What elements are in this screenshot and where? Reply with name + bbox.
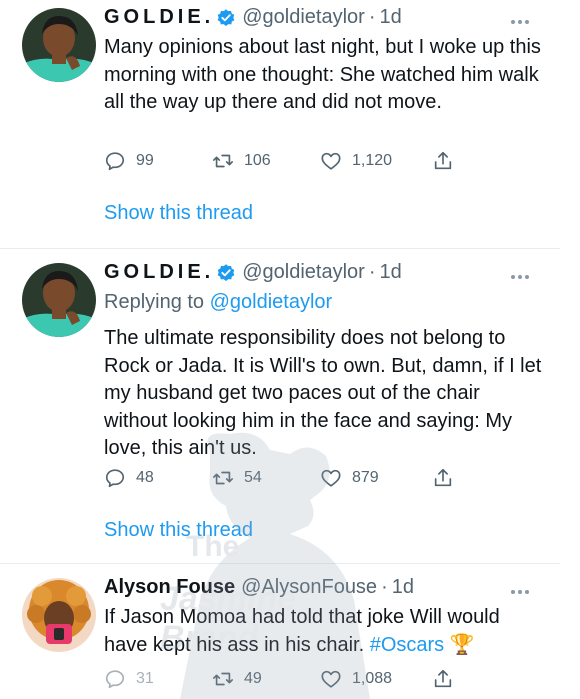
tweet-2[interactable]: GOLDIE. @goldietaylor · 1d Replying to @… [0,249,580,563]
trophy-icon: 🏆 [449,633,475,656]
more-options-icon[interactable] [508,14,532,24]
like-count: 1,088 [352,670,393,687]
tweet-1[interactable]: GOLDIE. @goldietaylor · 1d Many opinions… [0,0,580,248]
tweet-feed: GOLDIE. @goldietaylor · 1d Many opinions… [0,0,580,699]
tweet-3[interactable]: Alyson Fouse @AlysonFouse · 1d If Jason … [0,564,580,699]
display-name[interactable]: GOLDIE. [104,6,214,29]
tweet-header: GOLDIE. @goldietaylor · 1d [104,261,402,284]
display-name[interactable]: Alyson Fouse [104,576,235,599]
reply-button[interactable]: 99 [104,150,154,172]
like-count: 1,120 [352,152,393,169]
reply-icon [105,152,125,171]
timestamp[interactable]: 1d [392,576,414,599]
replying-to: Replying to @goldietaylor [104,291,332,314]
reply-icon [105,670,125,689]
show-thread-link[interactable]: Show this thread [104,519,253,542]
reply-button[interactable]: 48 [104,467,154,489]
tweet-actions: 99 106 1,120 [104,150,464,176]
share-icon [434,151,452,170]
like-count: 879 [352,469,379,486]
tweet-text: Many opinions about last night, but I wo… [104,36,541,113]
like-button[interactable]: 1,088 [320,668,392,690]
retweet-button[interactable]: 49 [212,668,262,690]
like-button[interactable]: 1,120 [320,150,392,172]
handle[interactable]: @goldietaylor [242,261,365,284]
dot-separator: · [368,261,376,283]
retweet-icon [213,471,233,485]
handle[interactable]: @goldietaylor [242,6,365,29]
tweet-text: The ultimate responsibility does not bel… [104,327,542,459]
replying-to-label: Replying to [104,291,205,313]
tweet-actions: 48 54 879 [104,467,464,493]
retweet-icon [213,154,233,168]
handle[interactable]: @AlysonFouse [241,576,377,599]
verified-badge-icon [216,263,236,283]
like-button[interactable]: 879 [320,467,379,489]
verified-badge-icon [216,8,236,28]
more-options-icon[interactable] [508,269,532,279]
retweet-button[interactable]: 54 [212,467,262,489]
hashtag-link[interactable]: #Oscars [370,634,444,656]
retweet-count: 49 [244,670,262,687]
tweet-header: GOLDIE. @goldietaylor · 1d [104,6,402,29]
more-options-icon[interactable] [508,584,532,594]
share-button[interactable] [432,467,454,494]
show-thread-link[interactable]: Show this thread [104,202,253,225]
reply-icon [105,469,125,488]
reply-count: 31 [136,670,154,687]
like-icon [321,670,341,688]
reply-count: 48 [136,469,154,486]
retweet-count: 106 [244,152,271,169]
like-icon [321,469,341,487]
reply-count: 99 [136,152,154,169]
like-icon [321,152,341,170]
retweet-button[interactable]: 106 [212,150,271,172]
share-button[interactable] [432,150,454,177]
timestamp[interactable]: 1d [380,261,402,284]
avatar[interactable] [22,8,96,82]
tweet-actions: 31 49 1,088 [104,668,464,694]
avatar[interactable] [22,263,96,337]
retweet-count: 54 [244,469,262,486]
share-icon [434,468,452,487]
reply-button[interactable]: 31 [104,668,154,690]
share-icon [434,669,452,688]
dot-separator: · [381,576,388,598]
display-name[interactable]: GOLDIE. [104,261,214,284]
share-button[interactable] [432,668,454,695]
replying-to-handle[interactable]: @goldietaylor [210,291,333,313]
timestamp[interactable]: 1d [380,6,402,29]
avatar[interactable] [22,578,96,652]
retweet-icon [213,672,233,686]
tweet-text: If Jason Momoa had told that joke Will w… [104,604,544,659]
tweet-header: Alyson Fouse @AlysonFouse · 1d [104,576,414,599]
dot-separator: · [368,6,376,28]
